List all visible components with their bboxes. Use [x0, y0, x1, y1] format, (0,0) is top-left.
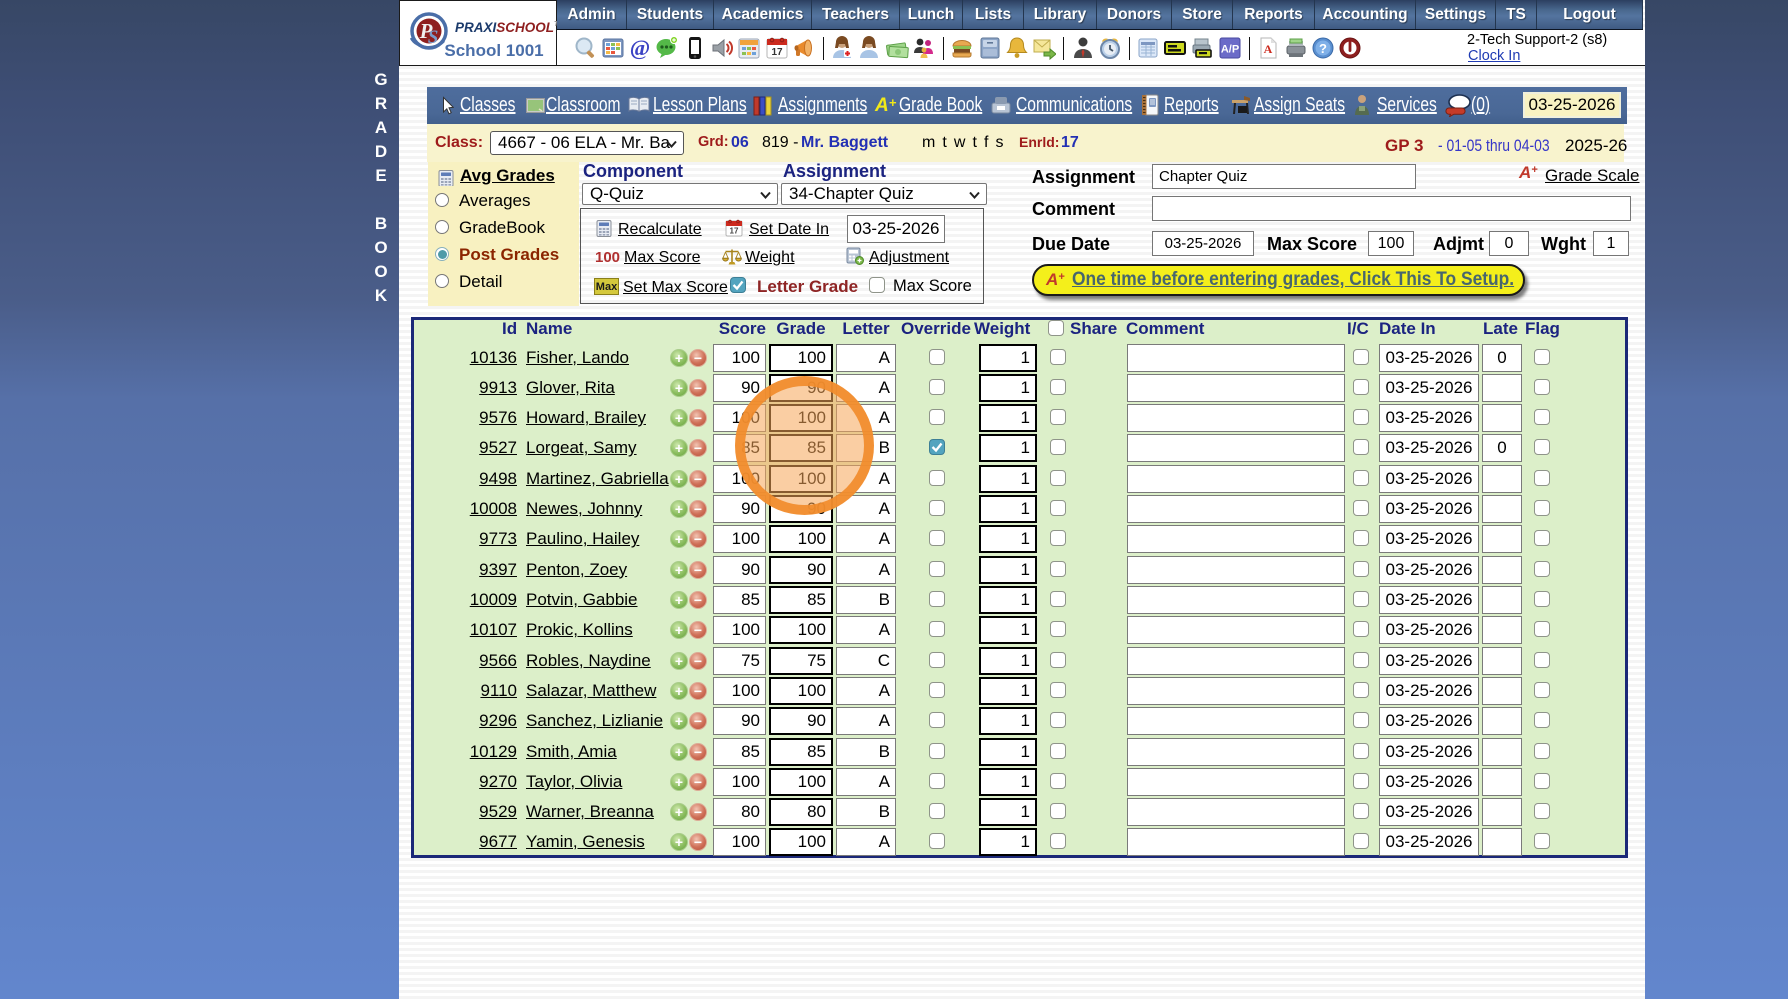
svg-text:17: 17 [730, 227, 739, 236]
svg-text:@: @ [630, 36, 650, 60]
svg-text:A: A [1264, 42, 1273, 56]
svg-text:17: 17 [771, 47, 783, 58]
svg-text:A/P: A/P [1221, 44, 1239, 56]
svg-text:?: ? [1319, 41, 1327, 56]
